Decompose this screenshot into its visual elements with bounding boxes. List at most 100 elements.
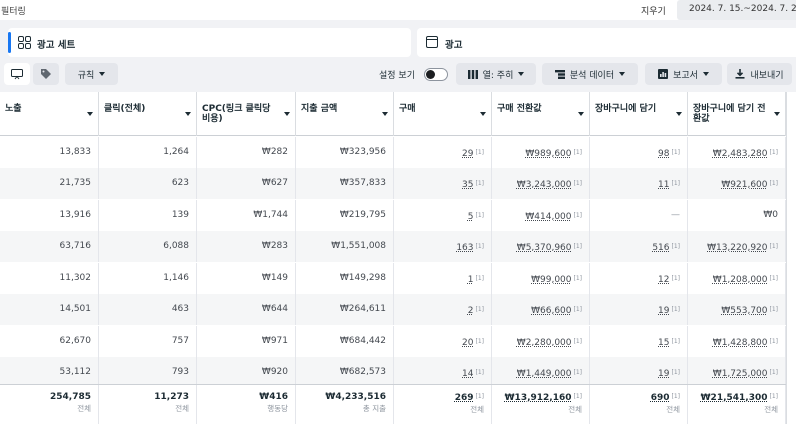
table-cell[interactable]: 163 [1] <box>394 231 492 262</box>
cell-link-value[interactable]: ₩3,243,000 <box>517 180 572 190</box>
cell-link-value[interactable]: ₩99,000 <box>531 275 571 285</box>
cell-link-value[interactable]: ₩414,000 <box>525 212 571 222</box>
table-cell[interactable]: 516 [1] <box>590 231 688 262</box>
columns-dropdown[interactable]: 열: 주히 <box>456 63 536 85</box>
cell-link-value[interactable]: ₩2,483,280 <box>713 149 768 159</box>
reports-dropdown[interactable]: 보고서 <box>645 63 722 85</box>
table-cell: 623 <box>99 168 197 199</box>
cell-link-value[interactable]: 29 <box>462 149 473 159</box>
table-cell[interactable]: ₩3,243,000 [1] <box>492 168 590 199</box>
table-cell[interactable]: 20 [1] <box>394 326 492 357</box>
ad-preview-button[interactable] <box>4 63 30 85</box>
attribution-marker: [1] <box>475 212 485 219</box>
cell-link-value[interactable]: 163 <box>456 243 473 253</box>
attribution-marker: [1] <box>769 306 779 313</box>
column-header[interactable]: CPC(링크 클릭당 비용) <box>197 92 296 136</box>
toggle-knob <box>426 70 435 79</box>
table-cell[interactable]: ₩99,000 [1] <box>492 263 590 294</box>
tab-ad-sets[interactable]: 광고 세트 <box>8 28 411 57</box>
cell-link-value[interactable]: 19 <box>658 306 669 316</box>
cell-link-value[interactable]: ₩989,600 <box>525 149 571 159</box>
cell-link-value[interactable]: ₩1,208,000 <box>713 275 768 285</box>
tab-ads[interactable]: 광고 <box>417 28 796 57</box>
sort-caret-icon[interactable] <box>676 112 682 116</box>
table-cell[interactable]: 98 [1] <box>590 137 688 168</box>
cell-link-value[interactable]: ₩553,700 <box>721 306 767 316</box>
export-button[interactable]: 내보내기 <box>727 63 792 85</box>
table-cell[interactable]: ₩2,280,000 [1] <box>492 326 590 357</box>
total-cell: 690 [1] 전체 <box>590 385 688 424</box>
table-cell[interactable]: 12 [1] <box>590 263 688 294</box>
column-header[interactable]: 지출 금액 <box>296 92 394 136</box>
cell-link-value[interactable]: 14 <box>462 369 473 379</box>
export-label: 내보내기 <box>750 70 784 81</box>
table-cell[interactable]: ₩414,000 [1] <box>492 200 590 231</box>
sort-caret-icon[interactable] <box>382 112 388 116</box>
table-cell[interactable]: 15 [1] <box>590 326 688 357</box>
attribution-marker: [1] <box>769 180 779 187</box>
table-cell[interactable]: 29 [1] <box>394 137 492 168</box>
cell-link-value[interactable]: ₩921,600 <box>721 180 767 190</box>
column-header[interactable]: 클릭(전체) <box>99 92 197 136</box>
attribution-marker: [1] <box>573 180 583 187</box>
column-header[interactable]: 장바구니에 담기 전환값 <box>688 92 786 136</box>
total-link-value[interactable]: 690 <box>651 393 670 403</box>
column-header[interactable]: 구매 전환값 <box>492 92 590 136</box>
table-cell[interactable]: ₩66,600 [1] <box>492 294 590 325</box>
cell-link-value[interactable]: 5 <box>468 212 474 222</box>
table-cell[interactable]: 1 [1] <box>394 263 492 294</box>
cell-link-value[interactable]: 516 <box>652 243 669 253</box>
sort-caret-icon[interactable] <box>284 112 290 116</box>
clear-filters-button[interactable]: 지우기 <box>641 4 666 17</box>
table-cell[interactable]: ₩989,600 [1] <box>492 137 590 168</box>
total-link-value[interactable]: ₩13,912,160 <box>505 393 572 403</box>
cell-link-value[interactable]: 19 <box>658 369 669 379</box>
cell-link-value[interactable]: 11 <box>658 180 669 190</box>
cell-link-value[interactable]: 15 <box>658 338 669 348</box>
column-header[interactable]: 구매 <box>394 92 492 136</box>
column-header[interactable]: 장바구니에 담기 <box>590 92 688 136</box>
cell-link-value[interactable]: ₩13,220,920 <box>707 243 767 253</box>
total-link-value[interactable]: 269 <box>455 393 474 403</box>
cell-link-value[interactable]: 12 <box>658 275 669 285</box>
cell-link-value[interactable]: ₩1,725,000 <box>713 369 768 379</box>
cell-link-value[interactable]: 35 <box>462 180 473 190</box>
sort-caret-icon[interactable] <box>578 112 584 116</box>
cell-link-value[interactable]: 2 <box>468 306 474 316</box>
date-range-picker[interactable]: 2024. 7. 15.~2024. 7. 21. <box>677 0 796 20</box>
column-header[interactable]: 노출 <box>0 92 99 136</box>
cell-link-value[interactable]: ₩2,280,000 <box>517 338 572 348</box>
tag-button[interactable] <box>33 63 59 85</box>
table-cell[interactable]: 5 [1] <box>394 200 492 231</box>
table-cell[interactable]: ₩1,428,800 [1] <box>688 326 786 357</box>
table-cell[interactable]: ₩5,370,960 [1] <box>492 231 590 262</box>
cell-link-value[interactable]: 20 <box>462 338 473 348</box>
filter-label[interactable]: 필터링 <box>1 4 26 17</box>
table-cell[interactable]: ₩553,700 [1] <box>688 294 786 325</box>
rules-dropdown[interactable]: 규칙 <box>65 63 118 85</box>
attribution-marker: [1] <box>475 306 485 313</box>
cell-link-value[interactable]: ₩1,449,000 <box>517 369 572 379</box>
table-cell[interactable]: ₩2,483,280 [1] <box>688 137 786 168</box>
sort-caret-icon[interactable] <box>87 112 93 116</box>
cell-link-value[interactable]: ₩66,600 <box>531 306 571 316</box>
cell-link-value[interactable]: 1 <box>468 275 474 285</box>
settings-view-toggle[interactable] <box>424 68 448 81</box>
cell-link-value[interactable]: 98 <box>658 149 669 159</box>
cell-link-value[interactable]: ₩5,370,960 <box>517 243 572 253</box>
table-cell[interactable]: 2 [1] <box>394 294 492 325</box>
table-cell[interactable]: ₩1,208,000 [1] <box>688 263 786 294</box>
sort-caret-icon[interactable] <box>480 112 486 116</box>
total-caption: 총 지출 <box>362 404 386 413</box>
table-cell[interactable]: ₩921,600 [1] <box>688 168 786 199</box>
table-cell[interactable]: ₩13,220,920 [1] <box>688 231 786 262</box>
sort-caret-icon[interactable] <box>774 112 780 116</box>
cell-link-value[interactable]: ₩1,428,800 <box>713 338 768 348</box>
table-cell[interactable]: 11 [1] <box>590 168 688 199</box>
sort-caret-icon[interactable] <box>185 112 191 116</box>
total-link-value[interactable]: ₩21,541,300 <box>701 393 768 403</box>
table-cell[interactable]: 35 [1] <box>394 168 492 199</box>
table-cell[interactable]: 19 [1] <box>590 294 688 325</box>
breakdown-dropdown[interactable]: 분석 데이터 <box>542 63 638 85</box>
table-cell: ₩323,956 <box>296 137 394 168</box>
